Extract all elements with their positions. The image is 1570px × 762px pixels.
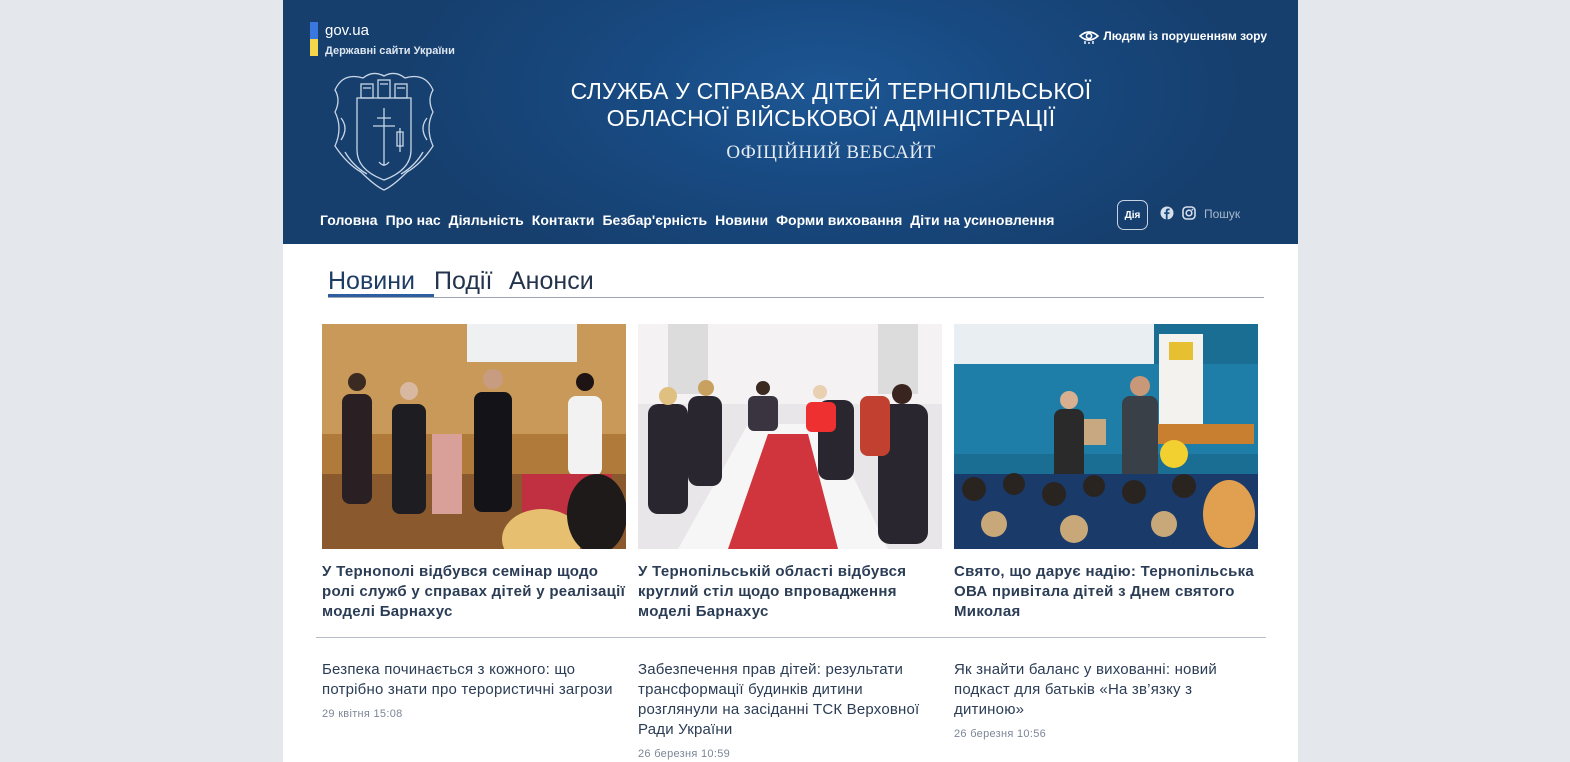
- news-item[interactable]: Забезпечення прав дітей: результати тран…: [638, 660, 938, 760]
- tab-news[interactable]: Новини: [328, 265, 415, 297]
- nav-adoption[interactable]: Діти на усиновлення: [910, 212, 1054, 228]
- nav-home[interactable]: Головна: [320, 212, 378, 228]
- tab-events[interactable]: Події: [434, 265, 492, 297]
- news-item[interactable]: Як знайти баланс у вихованні: новий подк…: [954, 660, 1254, 740]
- nav-news[interactable]: Новини: [715, 212, 768, 228]
- featured-card[interactable]: У Тернопільській області відбувся кругли…: [638, 324, 942, 622]
- nav-accessibility[interactable]: Безбар'єрність: [602, 212, 707, 228]
- active-tab-indicator: [328, 294, 434, 297]
- nav-activity[interactable]: Діяльність: [449, 212, 524, 228]
- news-title[interactable]: Як знайти баланс у вихованні: новий подк…: [954, 660, 1254, 720]
- section-divider: [316, 637, 1266, 638]
- news-date: 29 квітня 15:08: [322, 708, 403, 720]
- nav-about[interactable]: Про нас: [386, 212, 441, 228]
- news-item[interactable]: Безпека починається з кожного: що потріб…: [322, 660, 622, 720]
- featured-card[interactable]: Свято, що дарує надію: Тернопільська ОВА…: [954, 324, 1258, 622]
- search-link[interactable]: Пошук: [1204, 207, 1240, 221]
- main-nav: Головна Про нас Діяльність Контакти Безб…: [320, 212, 1054, 228]
- featured-title[interactable]: У Тернопільській області відбувся кругли…: [638, 562, 942, 622]
- news-tabs: Новини Події Анонси: [328, 265, 1264, 298]
- organization-title: СЛУЖБА У СПРАВАХ ДІТЕЙ ТЕРНОПІЛЬСЬКОЇ ОБ…: [533, 78, 1129, 132]
- diia-button[interactable]: Дія: [1117, 200, 1148, 230]
- organization-title-line2: ОБЛАСНОЇ ВІЙСЬКОВОЇ АДМІНІСТРАЦІЇ: [606, 105, 1056, 131]
- nav-upbringing-forms[interactable]: Форми виховання: [776, 212, 902, 228]
- featured-photo-st-nicholas[interactable]: [954, 324, 1258, 549]
- facebook-icon[interactable]: [1160, 206, 1174, 220]
- site-header: gov.ua Державні сайти України Людям із п…: [283, 0, 1298, 244]
- news-date: 26 березня 10:56: [954, 728, 1047, 740]
- news-date: 26 березня 10:59: [638, 748, 731, 760]
- gov-subtitle: Державні сайти України: [325, 45, 455, 57]
- featured-photo-seminar[interactable]: [322, 324, 627, 569]
- featured-card[interactable]: У Тернополі відбувся семінар щодо ролі с…: [322, 324, 627, 622]
- news-title[interactable]: Забезпечення прав дітей: результати тран…: [638, 660, 938, 740]
- accessibility-link[interactable]: Людям із порушенням зору: [1079, 28, 1267, 44]
- eye-hand-icon: [1079, 31, 1100, 44]
- organization-title-line1: СЛУЖБА У СПРАВАХ ДІТЕЙ ТЕРНОПІЛЬСЬКОЇ: [570, 78, 1092, 104]
- organization-subtitle: ОФІЦІЙНИЙ ВЕБСАЙТ: [726, 142, 936, 163]
- featured-title[interactable]: У Тернополі відбувся семінар щодо ролі с…: [322, 562, 626, 622]
- featured-photo-round-table[interactable]: [638, 324, 942, 549]
- tab-announcements[interactable]: Анонси: [509, 265, 594, 297]
- instagram-icon[interactable]: [1182, 206, 1196, 220]
- nav-contacts[interactable]: Контакти: [532, 212, 595, 228]
- coat-of-arms-logo[interactable]: [323, 68, 445, 192]
- accessibility-label: Людям із порушенням зору: [1103, 29, 1267, 43]
- gov-ua-link[interactable]: gov.ua Державні сайти України: [310, 22, 455, 57]
- page: gov.ua Державні сайти України Людям із п…: [283, 0, 1298, 762]
- featured-title[interactable]: Свято, що дарує надію: Тернопільська ОВА…: [954, 562, 1258, 622]
- news-title[interactable]: Безпека починається з кожного: що потріб…: [322, 660, 622, 700]
- ukraine-flag-icon: [310, 22, 318, 56]
- gov-domain: gov.ua: [325, 22, 369, 39]
